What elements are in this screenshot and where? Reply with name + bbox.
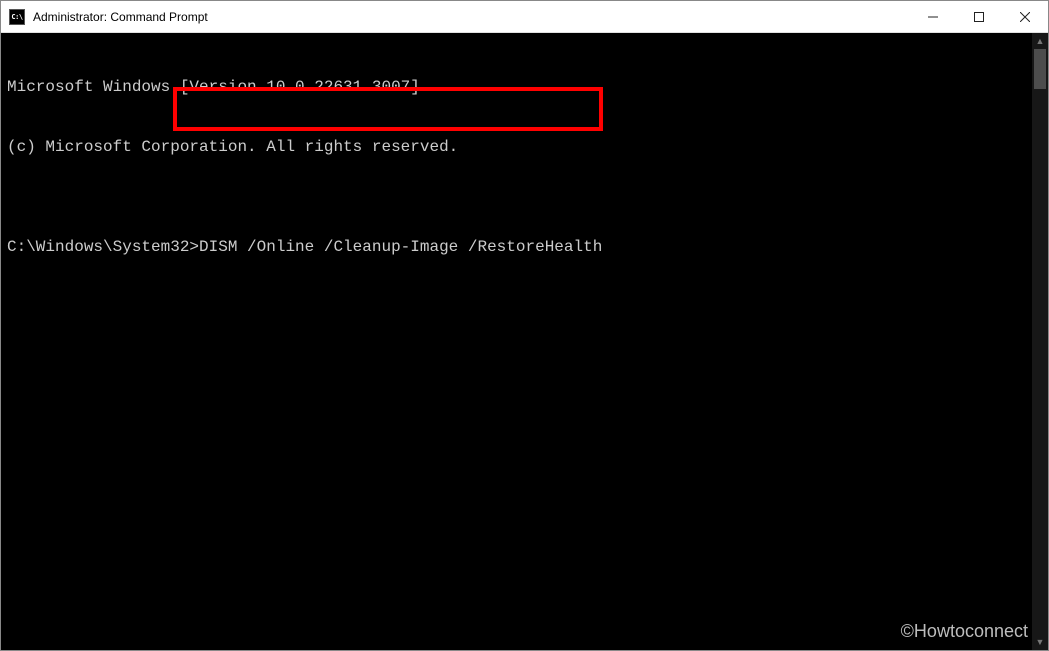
scrollbar-thumb[interactable]: [1034, 49, 1046, 89]
watermark-text: ©Howtoconnect: [901, 621, 1028, 642]
terminal-prompt-line: C:\Windows\System32>DISM /Online /Cleanu…: [7, 237, 1048, 257]
cmd-icon: C:\: [9, 9, 25, 25]
scroll-down-arrow-icon[interactable]: ▼: [1032, 634, 1048, 650]
close-icon: [1020, 12, 1030, 22]
close-button[interactable]: [1002, 1, 1048, 32]
window-controls: [910, 1, 1048, 32]
terminal-area[interactable]: Microsoft Windows [Version 10.0.22631.30…: [1, 33, 1048, 650]
vertical-scrollbar[interactable]: ▲ ▼: [1032, 33, 1048, 650]
minimize-icon: [928, 12, 938, 22]
window-title: Administrator: Command Prompt: [33, 10, 910, 24]
titlebar[interactable]: C:\ Administrator: Command Prompt: [1, 1, 1048, 33]
maximize-button[interactable]: [956, 1, 1002, 32]
terminal-line-version: Microsoft Windows [Version 10.0.22631.30…: [7, 77, 1048, 97]
prompt-path: C:\Windows\System32>: [7, 238, 199, 256]
maximize-icon: [974, 12, 984, 22]
typed-command: DISM /Online /Cleanup-Image /RestoreHeal…: [199, 238, 602, 256]
minimize-button[interactable]: [910, 1, 956, 32]
terminal-line-copyright: (c) Microsoft Corporation. All rights re…: [7, 137, 1048, 157]
scroll-up-arrow-icon[interactable]: ▲: [1032, 33, 1048, 49]
